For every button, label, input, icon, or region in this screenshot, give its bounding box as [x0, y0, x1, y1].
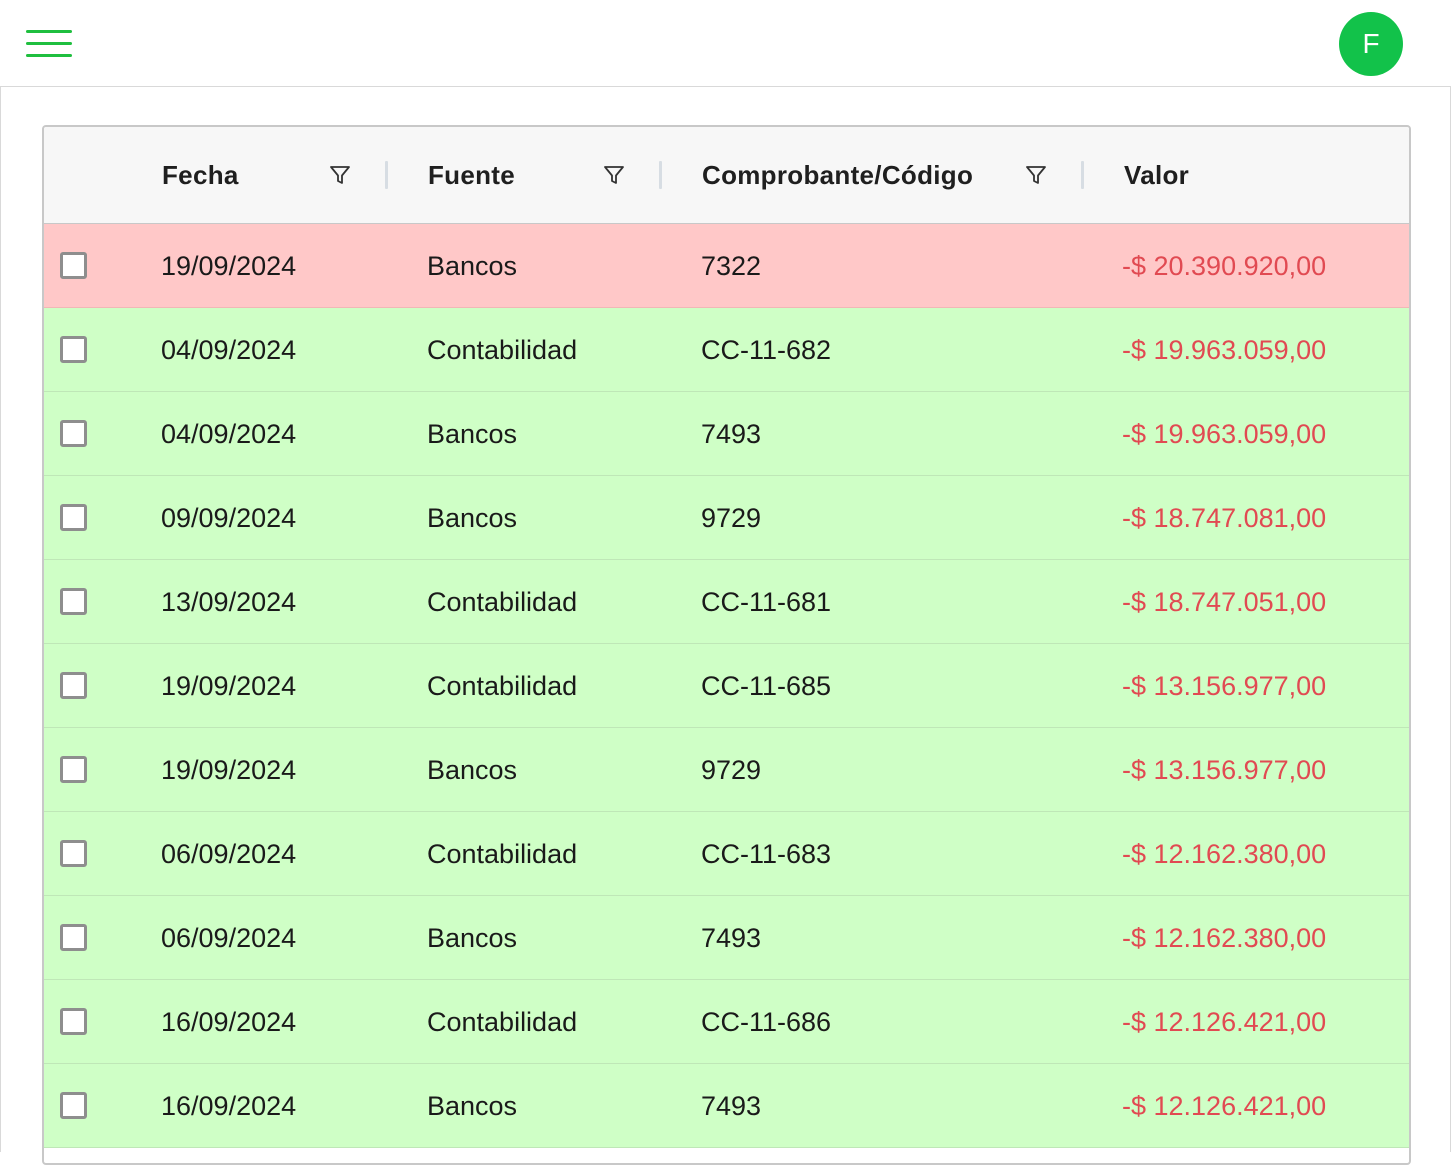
- column-header-valor[interactable]: Valor: [1124, 127, 1189, 223]
- cell-fecha: 19/09/2024: [161, 671, 297, 701]
- cell-fecha: 04/09/2024: [161, 335, 297, 365]
- cell-fuente: Contabilidad: [427, 335, 578, 365]
- cell-fuente: Contabilidad: [427, 671, 578, 701]
- filter-icon-fecha[interactable]: [328, 163, 352, 187]
- cell-comprobante: CC-11-683: [701, 839, 832, 869]
- cell-fecha: 06/09/2024: [161, 923, 297, 953]
- menu-line: [26, 42, 72, 45]
- table-row[interactable]: 19/09/2024 Bancos 7322 -$ 20.390.920,00: [44, 224, 1409, 308]
- cell-comprobante: 7493: [701, 923, 762, 953]
- cell-valor: -$ 19.963.059,00: [1122, 335, 1327, 365]
- cell-fuente: Bancos: [427, 419, 518, 449]
- row-checkbox[interactable]: [60, 420, 87, 447]
- row-checkbox[interactable]: [60, 252, 87, 279]
- cell-fuente: Bancos: [427, 923, 518, 953]
- cell-fuente: Bancos: [427, 1091, 518, 1121]
- table-row[interactable]: 04/09/2024 Contabilidad CC-11-682 -$ 19.963…: [44, 308, 1409, 392]
- row-checkbox[interactable]: [60, 504, 87, 531]
- row-checkbox[interactable]: [60, 672, 87, 699]
- cell-valor: -$ 13.156.977,00: [1122, 755, 1327, 785]
- cell-comprobante: 7493: [701, 1091, 762, 1121]
- cell-fecha: 16/09/2024: [161, 1007, 297, 1037]
- column-header-fuente[interactable]: Fuente: [428, 127, 515, 223]
- column-header-comprobante[interactable]: Comprobante/Código: [702, 127, 973, 223]
- cell-valor: -$ 18.747.081,00: [1122, 503, 1327, 533]
- column-resize-handle[interactable]: [1081, 161, 1084, 189]
- cell-valor: -$ 13.156.977,00: [1122, 671, 1327, 701]
- cell-fuente: Bancos: [427, 755, 518, 785]
- menu-line: [26, 30, 72, 33]
- menu-line: [26, 54, 72, 57]
- hamburger-menu-icon[interactable]: [24, 28, 74, 60]
- cell-valor: -$ 12.162.380,00: [1122, 839, 1327, 869]
- top-bar: F: [0, 0, 1451, 87]
- cell-valor: -$ 19.963.059,00: [1122, 419, 1327, 449]
- cell-fuente: Contabilidad: [427, 1007, 578, 1037]
- table-row[interactable]: 06/09/2024 Contabilidad CC-11-683 -$ 12.162…: [44, 812, 1409, 896]
- column-resize-handle[interactable]: [659, 161, 662, 189]
- cell-fecha: 04/09/2024: [161, 419, 297, 449]
- table-row[interactable]: 16/09/2024 Contabilidad CC-11-686 -$ 12.126…: [44, 980, 1409, 1064]
- table-header: Fecha Fuente Comprobante/Código Valor: [44, 127, 1409, 224]
- table-row[interactable]: 13/09/2024 Contabilidad CC-11-681 -$ 18.747…: [44, 560, 1409, 644]
- cell-comprobante: 7493: [701, 419, 762, 449]
- cell-comprobante: CC-11-685: [701, 671, 832, 701]
- cell-fecha: 16/09/2024: [161, 1091, 297, 1121]
- row-checkbox[interactable]: [60, 1092, 87, 1119]
- column-resize-handle[interactable]: [385, 161, 388, 189]
- row-checkbox[interactable]: [60, 924, 87, 951]
- filter-icon-fuente[interactable]: [602, 163, 626, 187]
- cell-valor: -$ 20.390.920,00: [1122, 251, 1327, 281]
- row-checkbox[interactable]: [60, 840, 87, 867]
- table-row[interactable]: 04/09/2024 Bancos 7493 -$ 19.963.059,00: [44, 392, 1409, 476]
- row-checkbox[interactable]: [60, 588, 87, 615]
- table-row[interactable]: 19/09/2024 Bancos 9729 -$ 13.156.977,00: [44, 728, 1409, 812]
- row-checkbox[interactable]: [60, 756, 87, 783]
- cell-valor: -$ 12.162.380,00: [1122, 923, 1327, 953]
- table-row[interactable]: 16/09/2024 Bancos 7493 -$ 12.126.421,00: [44, 1064, 1409, 1148]
- cell-fuente: Bancos: [427, 251, 518, 281]
- cell-fecha: 19/09/2024: [161, 251, 297, 281]
- main-content: Fecha Fuente Comprobante/Código Valor 19…: [0, 87, 1451, 1165]
- cell-comprobante: CC-11-686: [701, 1007, 832, 1037]
- filter-icon-comprobante[interactable]: [1024, 163, 1048, 187]
- cell-comprobante: CC-11-681: [701, 587, 832, 617]
- cell-comprobante: 9729: [701, 755, 762, 785]
- row-checkbox[interactable]: [60, 1008, 87, 1035]
- cell-fuente: Bancos: [427, 503, 518, 533]
- cell-comprobante: 9729: [701, 503, 762, 533]
- table-row[interactable]: 06/09/2024 Bancos 7493 -$ 12.162.380,00: [44, 896, 1409, 980]
- cell-valor: -$ 12.126.421,00: [1122, 1091, 1327, 1121]
- table-row[interactable]: 09/09/2024 Bancos 9729 -$ 18.747.081,00: [44, 476, 1409, 560]
- cell-fuente: Contabilidad: [427, 839, 578, 869]
- table-row[interactable]: 19/09/2024 Contabilidad CC-11-685 -$ 13.156…: [44, 644, 1409, 728]
- cell-fuente: Contabilidad: [427, 587, 578, 617]
- cell-fecha: 13/09/2024: [161, 587, 297, 617]
- cell-valor: -$ 18.747.051,00: [1122, 587, 1327, 617]
- cell-fecha: 09/09/2024: [161, 503, 297, 533]
- cell-fecha: 19/09/2024: [161, 755, 297, 785]
- cell-comprobante: CC-11-682: [701, 335, 832, 365]
- cell-fecha: 06/09/2024: [161, 839, 297, 869]
- column-header-fecha[interactable]: Fecha: [162, 127, 239, 223]
- cell-comprobante: 7322: [701, 251, 762, 281]
- user-avatar[interactable]: F: [1339, 12, 1403, 76]
- row-checkbox[interactable]: [60, 336, 87, 363]
- transactions-table: Fecha Fuente Comprobante/Código Valor 19…: [42, 125, 1411, 1165]
- cell-valor: -$ 12.126.421,00: [1122, 1007, 1327, 1037]
